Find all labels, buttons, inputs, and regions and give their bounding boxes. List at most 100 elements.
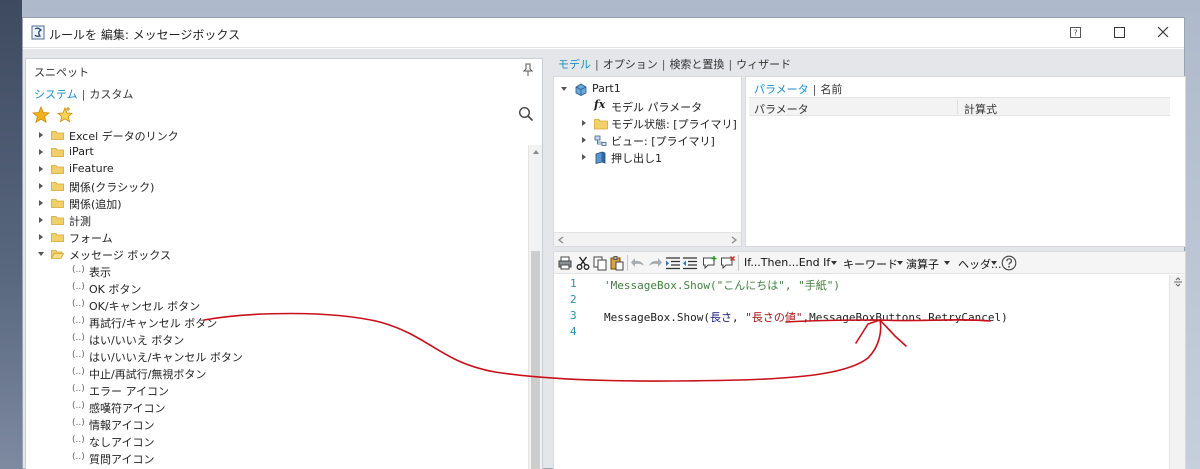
snippet-item[interactable]: (..) 情報アイコン	[26, 416, 526, 433]
expand-arrow-icon[interactable]	[580, 136, 588, 144]
tree-folder-item[interactable]: 関係(クラシック)	[26, 178, 526, 195]
scroll-right-icon[interactable]	[730, 236, 738, 244]
redo-icon[interactable]	[647, 255, 663, 271]
snippet-icon: (..)	[72, 418, 85, 428]
tab-wizard[interactable]: ウィザード	[736, 58, 791, 71]
snippet-item[interactable]: (..) 質問アイコン	[26, 450, 526, 467]
snippets-header: スニペット	[26, 59, 542, 81]
snippet-label: OK ボタン	[89, 283, 142, 296]
operators-dropdown[interactable]: 演算子	[906, 256, 939, 272]
collapse-arrow-icon[interactable]	[37, 250, 45, 258]
tab-parameters[interactable]: パラメータ	[754, 83, 809, 96]
code-editor[interactable]: 1 'MessageBox.Show("こんにちは", "手紙") 2 3 Me…	[554, 275, 1169, 469]
model-tree-label: モデル パラメータ	[611, 101, 703, 114]
tab-system[interactable]: システム	[34, 88, 78, 101]
snippet-item[interactable]: (..) はい/いいえ ボタン	[26, 331, 526, 348]
column-header-parameter[interactable]: パラメータ	[754, 101, 809, 117]
copy-icon[interactable]	[592, 255, 608, 271]
svg-text:?: ?	[1073, 28, 1077, 37]
maximize-icon	[1113, 26, 1125, 38]
chevron-down-icon[interactable]	[990, 260, 998, 266]
snippet-item[interactable]: (..) 表示	[26, 263, 526, 280]
snippet-item[interactable]: (..) なしアイコン	[26, 433, 526, 450]
tree-folder-item[interactable]: Excel データのリンク	[26, 127, 526, 144]
folder-icon	[51, 148, 64, 157]
tree-folder-item[interactable]: iFeature	[26, 161, 526, 178]
expand-arrow-icon[interactable]	[37, 131, 45, 139]
print-icon[interactable]	[557, 255, 573, 271]
scroll-left-icon[interactable]	[557, 236, 565, 244]
collapse-arrow-icon[interactable]	[560, 85, 568, 93]
expand-arrow-icon[interactable]	[580, 119, 588, 127]
chevron-down-icon[interactable]	[896, 260, 904, 266]
favorite-star-icon[interactable]	[32, 106, 50, 124]
search-icon[interactable]	[518, 106, 534, 122]
scroll-up-icon[interactable]	[532, 148, 540, 156]
model-tree-label: モデル状態: [プライマリ]	[611, 118, 737, 131]
scrollbar-thumb[interactable]	[531, 251, 540, 469]
tree-folder-label: 関係(クラシック)	[69, 181, 155, 194]
pin-icon[interactable]	[522, 63, 534, 77]
snippet-item[interactable]: (..) 中止/再試行/無視ボタン	[26, 365, 526, 382]
expand-arrow-icon[interactable]	[37, 148, 45, 156]
expand-arrow-icon[interactable]	[37, 216, 45, 224]
editor-toolbar: If...Then...End If キーワード 演算子 ヘッダ...	[554, 252, 1185, 274]
snippet-item[interactable]: (..) OK/キャンセル ボタン	[26, 297, 526, 314]
model-tree-label: 押し出し1	[611, 152, 662, 165]
close-button[interactable]	[1149, 21, 1177, 43]
keyword-dropdown[interactable]: キーワード	[843, 256, 898, 272]
help-button[interactable]: ?	[1061, 21, 1089, 43]
expand-arrow-icon[interactable]	[37, 182, 45, 190]
help-circle-icon[interactable]	[1001, 255, 1017, 271]
tab-options[interactable]: オプション	[603, 58, 658, 71]
expand-arrow-icon[interactable]	[37, 165, 45, 173]
line-number: 1	[570, 277, 577, 290]
expand-arrow-icon[interactable]	[580, 153, 588, 161]
chevron-down-icon[interactable]	[943, 260, 951, 266]
snippet-label: 感嘆符アイコン	[89, 402, 166, 415]
snippet-icon: (..)	[72, 452, 85, 462]
model-tree-hscrollbar[interactable]	[554, 232, 741, 246]
chevron-down-icon[interactable]	[830, 260, 838, 266]
snippets-scrollbar[interactable]	[528, 145, 542, 469]
tab-find-replace[interactable]: 検索と置換	[669, 58, 724, 71]
code-token: ,MessageBoxButtons.RetryCancel)	[802, 311, 1008, 324]
folder-icon	[51, 165, 64, 174]
expand-arrow-icon[interactable]	[37, 199, 45, 207]
code-text: 'MessageBox.Show("こんにちは", "手紙")	[604, 279, 840, 292]
editor-scrollbar[interactable]	[1169, 275, 1185, 469]
expand-arrow-icon[interactable]	[37, 233, 45, 241]
outdent-icon[interactable]	[682, 255, 698, 271]
snippets-title: スニペット	[34, 66, 89, 79]
part-icon	[575, 83, 587, 96]
snippet-item[interactable]: (..) 感嘆符アイコン	[26, 399, 526, 416]
tab-names[interactable]: 名前	[820, 83, 842, 96]
tree-folder-item[interactable]: 計測	[26, 212, 526, 229]
snippet-item[interactable]: (..) 再試行/キャンセル ボタン	[26, 314, 526, 331]
folder-icon	[51, 131, 64, 140]
tree-folder-item[interactable]: 関係(追加)	[26, 195, 526, 212]
column-divider[interactable]	[957, 100, 958, 114]
snippet-item[interactable]: (..) はい/いいえ/キャンセル ボタン	[26, 348, 526, 365]
tree-folder-item[interactable]: iPart	[26, 144, 526, 161]
ilogic-icon	[31, 25, 45, 40]
uncomment-icon[interactable]	[720, 255, 736, 271]
paste-icon[interactable]	[609, 255, 625, 271]
comment-icon[interactable]	[702, 255, 718, 271]
snippet-item[interactable]: (..) OK ボタン	[26, 280, 526, 297]
split-view-icon[interactable]	[1173, 277, 1183, 287]
snippet-item[interactable]: (..) エラー アイコン	[26, 382, 526, 399]
tree-folder-item-expanded[interactable]: メッセージ ボックス	[26, 246, 526, 263]
tab-custom[interactable]: カスタム	[89, 88, 133, 101]
snippet-label: 情報アイコン	[89, 419, 155, 432]
maximize-button[interactable]	[1105, 21, 1133, 43]
column-header-formula[interactable]: 計算式	[964, 101, 997, 117]
add-favorite-star-icon[interactable]	[56, 106, 74, 124]
indent-icon[interactable]	[665, 255, 681, 271]
cut-icon[interactable]	[575, 255, 591, 271]
if-then-button[interactable]: If...Then...End If	[744, 256, 830, 269]
tab-model[interactable]: モデル	[558, 58, 591, 71]
tree-folder-item[interactable]: フォーム	[26, 229, 526, 246]
model-tree: Part1 fx モデル パラメータ モデル状態: [プライマリ] ビュー: […	[553, 76, 742, 247]
undo-icon[interactable]	[630, 255, 646, 271]
